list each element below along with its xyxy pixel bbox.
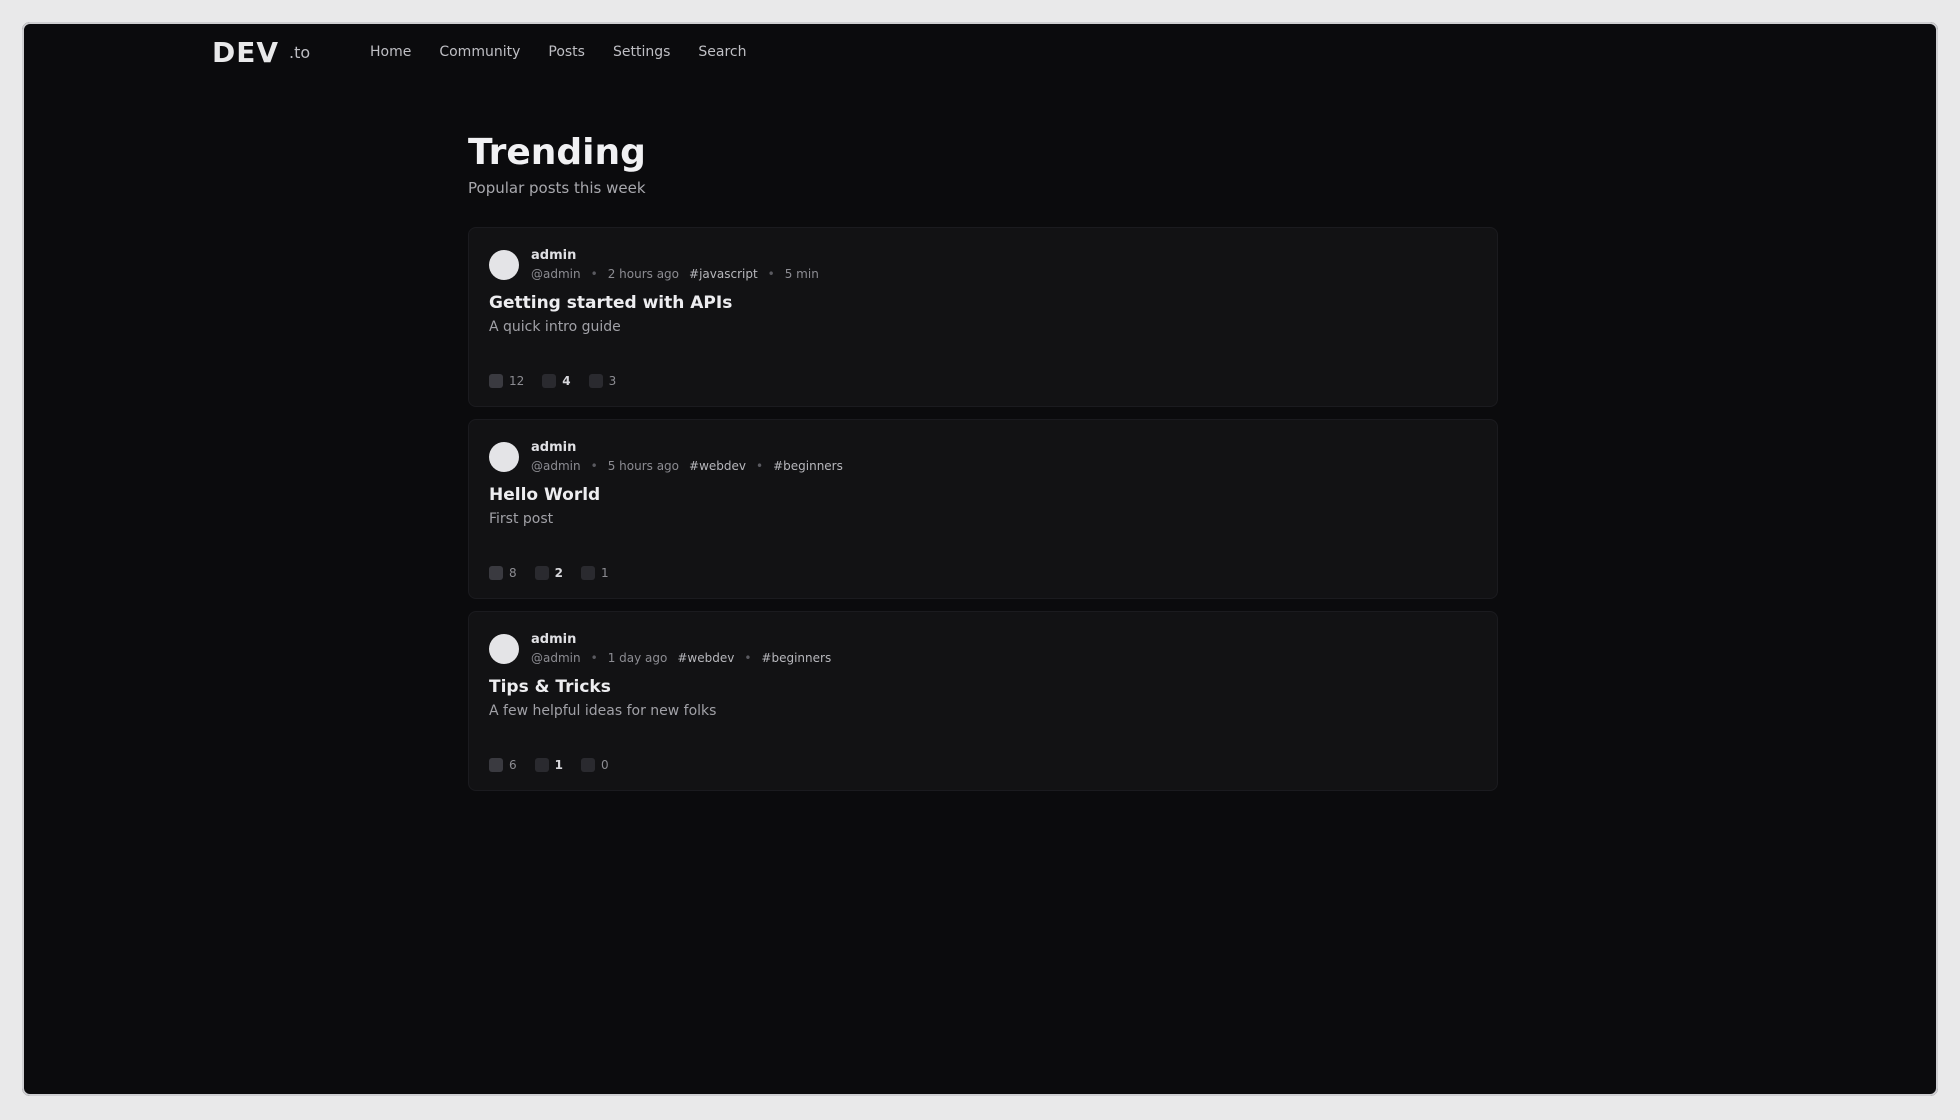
upvote-button[interactable]: 6 bbox=[489, 758, 517, 772]
post-tag[interactable]: #javascript bbox=[689, 267, 758, 281]
post-feed: admin @admin • 2 hours ago #javascript •… bbox=[468, 227, 1498, 791]
comments-button[interactable]: 1 bbox=[581, 566, 609, 580]
post-tag[interactable]: #webdev bbox=[689, 459, 746, 473]
meta-separator: • bbox=[590, 459, 598, 473]
post-card[interactable]: admin @admin • 1 day ago #webdev • #begi… bbox=[468, 611, 1498, 791]
post-time: 5 hours ago bbox=[607, 459, 680, 473]
post-header: admin @admin • 5 hours ago #webdev • #be… bbox=[489, 440, 1477, 473]
post-snippet: First post bbox=[489, 511, 554, 527]
nav-home[interactable]: Home bbox=[370, 44, 411, 60]
nav-search[interactable]: Search bbox=[698, 44, 746, 60]
post-title[interactable]: Getting started with APIs bbox=[489, 293, 1477, 313]
main-nav: Home Community Posts Settings Search bbox=[370, 44, 747, 60]
upvote-icon bbox=[489, 374, 503, 388]
score-badge: 1 bbox=[534, 758, 563, 772]
post-snippet: A quick intro guide bbox=[489, 319, 621, 335]
post-title[interactable]: Tips & Tricks bbox=[489, 677, 1477, 697]
post-extra: 5 min bbox=[784, 267, 819, 281]
comments-button[interactable]: 0 bbox=[581, 758, 609, 772]
comments-count: 0 bbox=[601, 758, 609, 772]
author-name[interactable]: admin bbox=[531, 248, 819, 263]
post-meta: @admin • 1 day ago #webdev • #beginners bbox=[531, 651, 831, 665]
author-handle: @admin bbox=[531, 459, 581, 473]
score-value: 2 bbox=[554, 566, 563, 580]
upvote-icon bbox=[489, 758, 503, 772]
nav-posts[interactable]: Posts bbox=[548, 44, 585, 60]
score-badge: 4 bbox=[542, 374, 571, 388]
upvote-count: 6 bbox=[509, 758, 517, 772]
post-time: 1 day ago bbox=[607, 651, 668, 665]
author-block: admin @admin • 1 day ago #webdev • #begi… bbox=[531, 632, 831, 665]
score-icon bbox=[534, 566, 549, 580]
author-block: admin @admin • 5 hours ago #webdev • #be… bbox=[531, 440, 843, 473]
avatar[interactable] bbox=[489, 441, 519, 472]
author-name[interactable]: admin bbox=[531, 440, 843, 455]
meta-separator: • bbox=[590, 651, 598, 665]
meta-separator: • bbox=[756, 459, 764, 473]
upvote-button[interactable]: 8 bbox=[489, 566, 517, 580]
nav-community[interactable]: Community bbox=[439, 44, 520, 60]
comments-count: 1 bbox=[601, 566, 609, 580]
post-tag[interactable]: #webdev bbox=[677, 651, 734, 665]
avatar[interactable] bbox=[489, 633, 519, 664]
comments-count: 3 bbox=[608, 374, 617, 388]
post-actions: 6 1 0 bbox=[489, 758, 609, 772]
post-actions: 12 4 3 bbox=[489, 374, 616, 388]
post-header: admin @admin • 2 hours ago #javascript •… bbox=[489, 248, 1477, 281]
upvote-count: 12 bbox=[509, 374, 525, 388]
post-card[interactable]: admin @admin • 5 hours ago #webdev • #be… bbox=[468, 419, 1498, 599]
post-meta: @admin • 2 hours ago #javascript • 5 min bbox=[531, 267, 819, 281]
comment-icon bbox=[581, 566, 595, 580]
score-badge: 2 bbox=[534, 566, 563, 580]
avatar[interactable] bbox=[489, 249, 519, 280]
comment-icon bbox=[588, 374, 603, 388]
score-icon bbox=[534, 758, 549, 772]
upvote-count: 8 bbox=[509, 566, 517, 580]
upvote-icon bbox=[489, 566, 503, 580]
score-value: 4 bbox=[562, 374, 571, 388]
meta-separator: • bbox=[767, 267, 775, 281]
score-value: 1 bbox=[554, 758, 563, 772]
post-title[interactable]: Hello World bbox=[489, 485, 1477, 505]
meta-separator: • bbox=[744, 651, 752, 665]
comment-icon bbox=[581, 758, 595, 772]
post-time: 2 hours ago bbox=[607, 267, 680, 281]
nav-settings[interactable]: Settings bbox=[613, 44, 670, 60]
author-handle: @admin bbox=[531, 651, 581, 665]
post-snippet: A few helpful ideas for new folks bbox=[489, 703, 717, 719]
meta-separator: • bbox=[590, 267, 598, 281]
author-name[interactable]: admin bbox=[531, 632, 831, 647]
browser-window: DEV .to Home Community Posts Settings Se… bbox=[22, 22, 1938, 1096]
page-subtitle: Popular posts this week bbox=[468, 179, 646, 197]
comments-button[interactable]: 3 bbox=[588, 374, 617, 388]
top-navigation: DEV .to Home Community Posts Settings Se… bbox=[22, 22, 1938, 82]
post-actions: 8 2 1 bbox=[489, 566, 609, 580]
post-extra-tag[interactable]: #beginners bbox=[773, 459, 843, 473]
author-handle: @admin bbox=[531, 267, 581, 281]
main-content: Trending Popular posts this week admin @… bbox=[468, 132, 1498, 791]
post-meta: @admin • 5 hours ago #webdev • #beginner… bbox=[531, 459, 843, 473]
brand-mark: DEV bbox=[212, 36, 280, 69]
brand-logo[interactable]: DEV .to bbox=[212, 36, 310, 69]
post-header: admin @admin • 1 day ago #webdev • #begi… bbox=[489, 632, 1477, 665]
upvote-button[interactable]: 12 bbox=[489, 374, 524, 388]
page-title: Trending bbox=[468, 132, 646, 173]
author-block: admin @admin • 2 hours ago #javascript •… bbox=[531, 248, 819, 281]
post-card[interactable]: admin @admin • 2 hours ago #javascript •… bbox=[468, 227, 1498, 407]
post-extra-tag[interactable]: #beginners bbox=[761, 651, 831, 665]
score-icon bbox=[542, 374, 557, 388]
brand-suffix: .to bbox=[289, 43, 311, 62]
